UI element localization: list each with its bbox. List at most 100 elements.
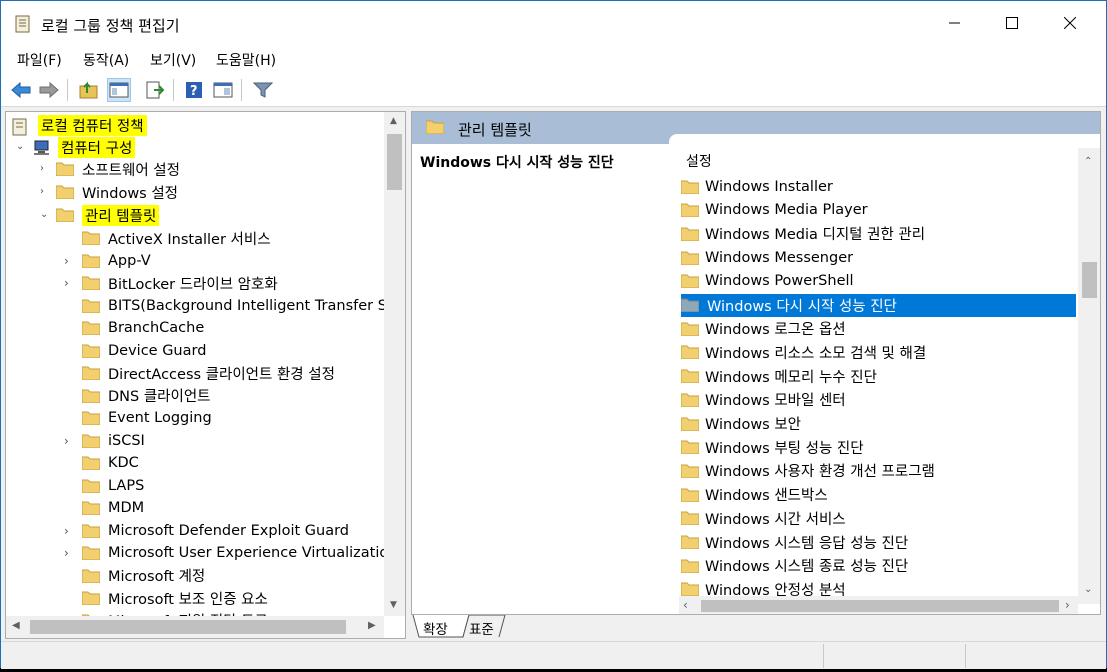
menu-view[interactable]: 보기(V) xyxy=(150,50,196,70)
list-horizontal-scrollbar[interactable]: ‹ › xyxy=(679,596,1078,614)
folder-icon xyxy=(55,185,75,200)
settings-list-item[interactable]: Windows Media 디지털 권한 관리 xyxy=(680,222,1076,245)
tree-item[interactable]: › Microsoft User Experience Virtualizatio… xyxy=(64,542,397,564)
chevron-right-icon[interactable]: › xyxy=(64,276,78,290)
settings-list-item[interactable]: Windows 시스템 응답 성능 진단 xyxy=(680,531,1076,554)
tree-item[interactable]: Event Logging xyxy=(64,407,212,429)
tree-item-admin-templates[interactable]: ⌄ 관리 템플릿 xyxy=(40,204,160,226)
scroll-thumb[interactable] xyxy=(1082,262,1097,298)
column-header-setting[interactable]: 설정 xyxy=(686,151,712,171)
tree-item[interactable]: DirectAccess 클라이언트 환경 설정 xyxy=(64,362,335,384)
tree-item[interactable]: LAPS xyxy=(64,475,144,497)
scroll-down-icon[interactable]: ⌄ xyxy=(1084,584,1092,595)
settings-list-item[interactable]: Windows 시간 서비스 xyxy=(680,507,1076,530)
chevron-down-icon[interactable]: ⌄ xyxy=(40,210,50,220)
tab-standard[interactable]: 표준 xyxy=(469,618,494,638)
folder-icon xyxy=(680,203,700,218)
menu-action[interactable]: 동작(A) xyxy=(83,50,129,70)
settings-list-item[interactable]: Windows PowerShell xyxy=(680,270,1076,293)
show-hide-tree-button[interactable] xyxy=(107,78,131,102)
scroll-thumb[interactable] xyxy=(701,600,1059,612)
minimize-button[interactable] xyxy=(926,1,984,45)
tree-item[interactable]: Microsoft 계정 xyxy=(64,565,205,587)
settings-list-item[interactable]: Windows 메모리 누수 진단 xyxy=(680,365,1076,388)
tree-item-software-settings[interactable]: › 소프트웨어 설정 xyxy=(40,158,180,180)
scroll-right-icon[interactable]: › xyxy=(1065,598,1070,612)
scroll-down-icon[interactable]: ▼ xyxy=(390,600,397,610)
tree-item[interactable]: DNS 클라이언트 xyxy=(64,385,211,407)
export-list-button[interactable] xyxy=(143,78,167,102)
tree-item[interactable]: BranchCache xyxy=(64,317,204,339)
tree-item[interactable]: › Microsoft Defender Exploit Guard xyxy=(64,520,349,542)
scroll-right-icon[interactable]: ▶ xyxy=(368,620,376,631)
tree-vertical-scrollbar[interactable]: ▲ ▼ xyxy=(384,112,405,616)
chevron-down-icon[interactable]: ⌄ xyxy=(16,142,26,152)
tree-item[interactable]: Device Guard xyxy=(64,340,206,362)
tree-item[interactable]: BITS(Background Intelligent Transfer Ser… xyxy=(64,295,405,317)
menu-help[interactable]: 도움말(H) xyxy=(216,50,276,70)
scroll-left-icon[interactable]: ‹ xyxy=(683,598,688,612)
help-button[interactable]: ? xyxy=(182,78,206,102)
filter-button[interactable] xyxy=(251,78,275,102)
settings-list-label: Windows PowerShell xyxy=(705,273,854,290)
scroll-left-icon[interactable]: ◀ xyxy=(12,620,20,631)
settings-list-item[interactable]: Windows Media Player xyxy=(680,199,1076,222)
folder-icon xyxy=(680,440,700,455)
chevron-right-icon[interactable]: › xyxy=(64,254,78,268)
scroll-thumb[interactable] xyxy=(30,620,346,634)
tree-item[interactable]: MDM xyxy=(64,497,144,519)
folder-icon xyxy=(81,276,101,291)
tree-label: Device Guard xyxy=(108,342,207,359)
settings-list-item[interactable]: Windows 샌드박스 xyxy=(680,483,1076,506)
tree-item[interactable]: Microsoft 보조 인증 요소 xyxy=(64,587,268,609)
menu-file[interactable]: 파일(F) xyxy=(17,50,62,70)
settings-list-item[interactable]: Windows 모바일 센터 xyxy=(680,388,1076,411)
minimize-icon xyxy=(949,22,960,24)
settings-list-label: Windows 메모리 누수 진단 xyxy=(705,369,877,386)
scroll-thumb[interactable] xyxy=(387,134,402,190)
settings-list-item[interactable]: Windows 로그온 옵션 xyxy=(680,317,1076,340)
scroll-up-icon[interactable]: ⌃ xyxy=(1084,156,1092,167)
settings-list-item[interactable]: Windows Messenger xyxy=(680,246,1076,269)
tree-item-computer-config[interactable]: ⌄ 컴퓨터 구성 xyxy=(16,136,136,158)
tree-item-local-computer-policy[interactable]: 로컬 컴퓨터 정책 xyxy=(12,114,147,136)
tree-item[interactable]: › iSCSI xyxy=(64,430,145,452)
tree-item-windows-settings[interactable]: › Windows 설정 xyxy=(40,181,178,203)
properties-button[interactable] xyxy=(211,78,235,102)
folder-icon xyxy=(55,208,75,223)
forward-button[interactable] xyxy=(37,78,61,102)
tree-item[interactable]: ActiveX Installer 서비스 xyxy=(64,227,271,249)
up-folder-button[interactable] xyxy=(77,78,101,102)
list-vertical-scrollbar[interactable]: ⌃ ⌄ xyxy=(1078,148,1100,604)
tree-item[interactable]: › App-V xyxy=(64,250,151,272)
chevron-right-icon[interactable]: › xyxy=(64,546,78,560)
chevron-right-icon[interactable]: › xyxy=(40,187,50,197)
tab-extended[interactable]: 확장 xyxy=(423,618,448,638)
tree-label: 관리 템플릿 xyxy=(82,204,160,226)
settings-list-item[interactable]: Windows 보안 xyxy=(680,412,1076,435)
settings-list-item[interactable]: Windows 다시 시작 성능 진단 xyxy=(680,293,1076,317)
settings-list-item[interactable]: Windows 시스템 종료 성능 진단 xyxy=(680,554,1076,577)
folder-icon xyxy=(81,546,101,561)
tree-item[interactable]: KDC xyxy=(64,452,139,474)
settings-list-item[interactable]: Windows 사용자 환경 개선 프로그램 xyxy=(680,459,1076,482)
tree-item[interactable]: › BitLocker 드라이브 암호화 xyxy=(64,272,278,294)
tree-label: KDC xyxy=(108,455,139,471)
chevron-right-icon[interactable]: › xyxy=(64,434,78,448)
maximize-button[interactable] xyxy=(983,1,1041,45)
view-tabs: 확장 표준 xyxy=(411,615,1101,639)
chevron-right-icon[interactable]: › xyxy=(40,164,50,174)
folder-icon xyxy=(81,591,101,606)
settings-list-item[interactable]: Windows Installer xyxy=(680,175,1076,198)
chevron-right-icon[interactable]: › xyxy=(64,524,78,538)
scroll-up-icon[interactable]: ▲ xyxy=(390,116,397,126)
filter-icon xyxy=(253,82,273,98)
settings-list-item[interactable]: Windows 부팅 성능 진단 xyxy=(680,436,1076,459)
settings-list-item[interactable]: Windows 리소스 소모 검색 및 해결 xyxy=(680,341,1076,364)
close-icon xyxy=(1064,17,1076,29)
settings-list-label: Windows 사용자 환경 개선 프로그램 xyxy=(705,464,935,481)
back-button[interactable] xyxy=(9,78,33,102)
tree-horizontal-scrollbar[interactable]: ◀ ▶ xyxy=(6,616,384,638)
close-button[interactable] xyxy=(1041,1,1099,45)
menu-bar: 파일(F) 동작(A) 보기(V) 도움말(H) xyxy=(1,45,1106,73)
